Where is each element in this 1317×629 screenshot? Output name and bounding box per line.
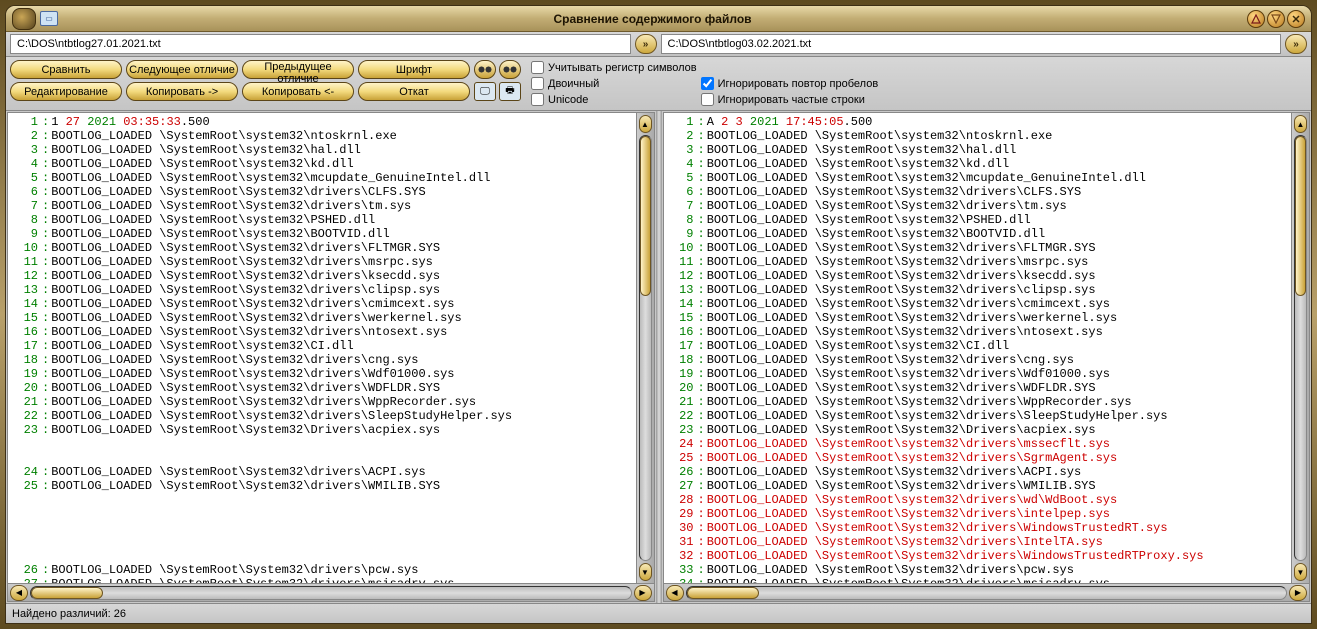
compare-button[interactable]: Сравнить: [10, 60, 122, 79]
right-path-input[interactable]: [661, 34, 1282, 54]
ignore-common-checkbox[interactable]: [701, 93, 714, 106]
ignore-common-label: Игнорировать частые строки: [718, 94, 865, 106]
edit-button[interactable]: Редактирование: [10, 82, 122, 101]
copy-right-button[interactable]: Копировать ->: [126, 82, 238, 101]
scroll-left-icon[interactable]: ◀: [666, 585, 684, 601]
scroll-down-icon[interactable]: ▼: [639, 563, 652, 581]
screen-icon[interactable]: 🖵: [474, 82, 496, 101]
right-text-area[interactable]: 1:A 2 3 2021 17:45:05.5002:BOOTLOG_LOADE…: [664, 113, 1292, 583]
pane-divider[interactable]: [656, 111, 662, 603]
right-hscrollbar[interactable]: ◀ ▶: [664, 583, 1310, 601]
left-path-input[interactable]: [10, 34, 631, 54]
status-bar: Найдено различий: 26: [6, 603, 1311, 623]
ignore-spaces-checkbox[interactable]: [701, 77, 714, 90]
right-vscrollbar[interactable]: ▲ ▼: [1291, 113, 1309, 583]
path-row: » »: [6, 32, 1311, 57]
status-text: Найдено различий: 26: [12, 608, 126, 620]
find-right-icon[interactable]: [499, 60, 521, 79]
case-label: Учитывать регистр символов: [548, 62, 697, 74]
case-checkbox[interactable]: [531, 61, 544, 74]
print-icon[interactable]: 🖶: [499, 82, 521, 101]
minimize-button[interactable]: [1247, 10, 1265, 28]
close-button[interactable]: [1287, 10, 1305, 28]
left-path-nav-button[interactable]: »: [635, 34, 657, 54]
window-title: Сравнение содержимого файлов: [58, 12, 1247, 26]
left-pane: 1:1 27 2021 03:35:33.5002:BOOTLOG_LOADED…: [7, 112, 655, 602]
title-bar: ▭ Сравнение содержимого файлов: [6, 6, 1311, 32]
scroll-left-icon[interactable]: ◀: [10, 585, 28, 601]
ignore-spaces-label: Игнорировать повтор пробелов: [718, 78, 879, 90]
binary-label: Двоичный: [548, 78, 599, 90]
unicode-label: Unicode: [548, 94, 588, 106]
toolbar: Сравнить Редактирование Следующее отличи…: [6, 57, 1311, 111]
prev-diff-button[interactable]: Предыдущее отличие: [242, 60, 354, 79]
font-button[interactable]: Шрифт: [358, 60, 470, 79]
next-diff-button[interactable]: Следующее отличие: [126, 60, 238, 79]
binary-checkbox[interactable]: [531, 77, 544, 90]
rollback-button[interactable]: Откат: [358, 82, 470, 101]
copy-left-button[interactable]: Копировать <-: [242, 82, 354, 101]
sysmenu-icon[interactable]: ▭: [40, 11, 58, 26]
left-hscrollbar[interactable]: ◀ ▶: [8, 583, 654, 601]
right-pane: 1:A 2 3 2021 17:45:05.5002:BOOTLOG_LOADE…: [663, 112, 1311, 602]
left-text-area[interactable]: 1:1 27 2021 03:35:33.5002:BOOTLOG_LOADED…: [8, 113, 636, 583]
corner-decoration: ▭: [12, 8, 58, 30]
maximize-button[interactable]: [1267, 10, 1285, 28]
scroll-right-icon[interactable]: ▶: [1289, 585, 1307, 601]
scroll-down-icon[interactable]: ▼: [1294, 563, 1307, 581]
scroll-up-icon[interactable]: ▲: [639, 115, 652, 133]
find-left-icon[interactable]: [474, 60, 496, 79]
right-path-nav-button[interactable]: »: [1285, 34, 1307, 54]
comparison-panes: 1:1 27 2021 03:35:33.5002:BOOTLOG_LOADED…: [6, 111, 1311, 603]
left-vscrollbar[interactable]: ▲ ▼: [636, 113, 654, 583]
scroll-up-icon[interactable]: ▲: [1294, 115, 1307, 133]
unicode-checkbox[interactable]: [531, 93, 544, 106]
scroll-right-icon[interactable]: ▶: [634, 585, 652, 601]
